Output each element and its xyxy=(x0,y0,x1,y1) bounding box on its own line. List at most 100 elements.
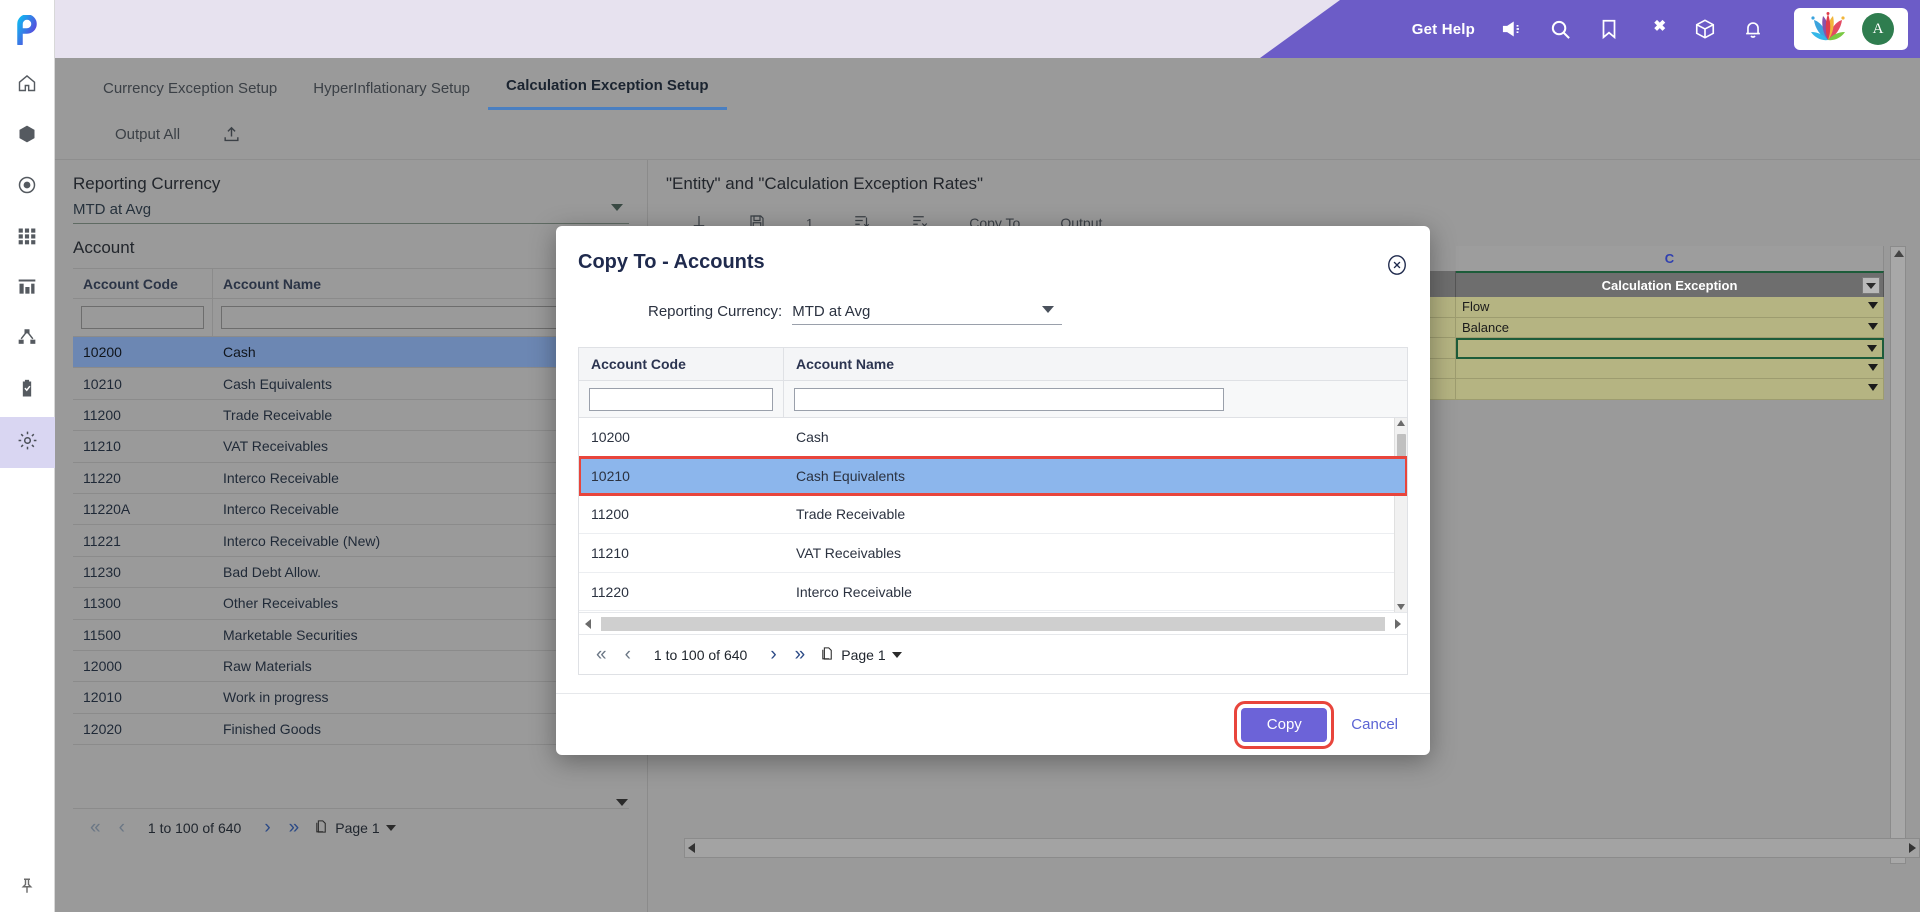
spreadsheet-cell-calculation-exception[interactable]: Flow xyxy=(1456,297,1884,318)
chevron-down-icon[interactable] xyxy=(1867,345,1877,352)
table-row[interactable]: 11200 Trade Receivable xyxy=(73,400,629,432)
sidebar-item-cube[interactable] xyxy=(0,111,55,162)
dialog-pager-page-selector[interactable]: Page 1 xyxy=(814,645,902,665)
scroll-down-icon[interactable] xyxy=(616,799,628,806)
copy-button[interactable]: Copy xyxy=(1241,707,1328,742)
table-row[interactable]: 10200 Cash xyxy=(73,337,629,369)
pager-first-button[interactable]: « xyxy=(81,818,110,837)
filter-icon[interactable] xyxy=(1862,277,1880,294)
chevron-down-icon[interactable] xyxy=(1868,384,1878,391)
table-row[interactable]: 11221 Interco Receivable (New) xyxy=(73,525,629,557)
sidebar-item-hierarchy[interactable] xyxy=(0,315,55,366)
scroll-left-icon[interactable] xyxy=(688,843,695,853)
list-item[interactable]: 11210 VAT Receivables xyxy=(579,534,1407,573)
dialog-pager-last-button[interactable]: » xyxy=(786,645,815,664)
pager-prev-button[interactable]: ‹ xyxy=(110,818,134,837)
list-item[interactable]: 10210 Cash Equivalents xyxy=(579,455,1407,497)
account-code-cell: 10210 xyxy=(83,375,122,392)
avatar[interactable]: A xyxy=(1862,13,1894,45)
tab-hyperinflationary-setup[interactable]: HyperInflationary Setup xyxy=(295,80,488,110)
spreadsheet-cell-value: Balance xyxy=(1462,319,1509,335)
chevron-down-icon[interactable] xyxy=(1868,322,1878,330)
spreadsheet-vertical-scrollbar[interactable] xyxy=(1890,246,1906,864)
account-code-filter-input[interactable] xyxy=(81,306,204,329)
scroll-up-icon[interactable] xyxy=(1397,420,1405,426)
table-row[interactable]: 12020 Finished Goods xyxy=(73,714,629,746)
box-icon[interactable] xyxy=(1694,18,1716,40)
scroll-right-icon[interactable] xyxy=(1395,618,1401,629)
table-row[interactable]: 12010 Work in progress xyxy=(73,682,629,714)
dialog-pager-first-button[interactable]: « xyxy=(587,645,616,664)
table-row[interactable]: 11210 VAT Receivables xyxy=(73,431,629,463)
megaphone-icon[interactable] xyxy=(1501,18,1523,40)
chevron-down-icon[interactable] xyxy=(385,824,396,831)
dialog-horizontal-scrollbar[interactable] xyxy=(579,612,1407,634)
cancel-button[interactable]: Cancel xyxy=(1345,715,1404,734)
dialog-column-header-account-code[interactable]: Account Code xyxy=(579,348,784,380)
tab-currency-exception-setup[interactable]: Currency Exception Setup xyxy=(85,80,295,110)
chevron-down-icon[interactable] xyxy=(1868,363,1878,371)
get-help-button[interactable]: Get Help xyxy=(1412,21,1475,38)
dialog-pager-next-button[interactable]: › xyxy=(761,645,785,664)
table-row[interactable]: 10210 Cash Equivalents xyxy=(73,368,629,400)
pin-icon[interactable] xyxy=(0,860,55,912)
scroll-left-icon[interactable] xyxy=(585,618,591,629)
table-row[interactable]: 11220 Interco Receivable xyxy=(73,463,629,494)
column-header-account-code[interactable]: Account Code xyxy=(73,268,213,299)
close-icon[interactable] xyxy=(1386,254,1408,276)
table-row[interactable]: 11500 Marketable Securities xyxy=(73,620,629,651)
spreadsheet-cell-calculation-exception[interactable]: Balance xyxy=(1456,317,1884,338)
sidebar-item-home[interactable] xyxy=(0,60,55,111)
column-letter-c[interactable]: C xyxy=(1456,246,1884,271)
sidebar-item-tasks[interactable] xyxy=(0,366,55,417)
scroll-up-icon[interactable] xyxy=(1894,250,1904,257)
spreadsheet-cell-calculation-exception[interactable] xyxy=(1456,338,1884,359)
dialog-account-name-cell: Interco Receivable xyxy=(796,583,912,600)
pager-next-button[interactable]: › xyxy=(255,818,279,837)
spreadsheet-header-calculation-exception: Calculation Exception xyxy=(1456,271,1884,297)
dialog-pager-prev-button[interactable]: ‹ xyxy=(616,645,640,664)
chevron-down-icon[interactable] xyxy=(891,651,902,658)
p-logo-icon[interactable] xyxy=(0,0,54,60)
sidebar-item-chart[interactable] xyxy=(0,264,55,315)
bell-icon[interactable] xyxy=(1742,18,1764,40)
tab-calculation-exception-setup[interactable]: Calculation Exception Setup xyxy=(488,77,727,110)
reporting-currency-select[interactable]: MTD at Avg xyxy=(73,196,629,224)
scroll-right-icon[interactable] xyxy=(1909,843,1916,853)
top-header: Get Help A xyxy=(55,0,1920,58)
sidebar-item-settings[interactable] xyxy=(0,417,55,468)
account-grid-pager: « ‹ 1 to 100 of 640 › » Page 1 xyxy=(73,808,629,846)
list-item[interactable]: 10200 Cash xyxy=(579,418,1407,457)
list-item[interactable]: 11220 Interco Receivable xyxy=(579,572,1407,612)
profile-pill[interactable]: A xyxy=(1794,8,1908,50)
chevron-down-icon xyxy=(1042,306,1055,313)
dialog-currency-select[interactable]: MTD at Avg xyxy=(792,298,1063,325)
pager-last-button[interactable]: » xyxy=(280,818,309,837)
spreadsheet-header-label: Calculation Exception xyxy=(1601,277,1738,293)
output-all-button[interactable]: Output All xyxy=(115,126,180,143)
spreadsheet-cell-calculation-exception[interactable] xyxy=(1456,379,1884,400)
dialog-column-header-account-name[interactable]: Account Name xyxy=(784,348,1407,380)
dialog-account-code-filter-input[interactable] xyxy=(589,387,773,411)
target-icon xyxy=(17,175,37,200)
sidebar-item-target[interactable] xyxy=(0,162,55,213)
table-row[interactable]: 11230 Bad Debt Allow. xyxy=(73,557,629,589)
dialog-pager-page-label: Page 1 xyxy=(841,646,886,663)
spreadsheet-cell-calculation-exception[interactable] xyxy=(1456,358,1884,379)
search-icon[interactable] xyxy=(1549,18,1572,41)
scrollbar-track[interactable] xyxy=(601,616,1385,631)
bookmark-icon[interactable] xyxy=(1598,18,1620,40)
table-row[interactable]: 11220A Interco Receivable xyxy=(73,494,629,526)
pager-page-selector[interactable]: Page 1 xyxy=(308,818,396,838)
dialog-vertical-scrollbar[interactable] xyxy=(1394,418,1407,612)
list-item[interactable]: 11200 Trade Receivable xyxy=(579,495,1407,535)
dialog-account-name-filter-input[interactable] xyxy=(794,387,1224,411)
spreadsheet-horizontal-scrollbar[interactable] xyxy=(684,838,1920,858)
sidebar-item-grid[interactable] xyxy=(0,213,55,264)
table-row[interactable]: 12000 Raw Materials xyxy=(73,651,629,683)
puzzle-icon[interactable] xyxy=(1646,18,1668,40)
upload-icon[interactable] xyxy=(222,125,241,144)
chevron-down-icon[interactable] xyxy=(1868,302,1878,309)
scroll-down-icon[interactable] xyxy=(1397,604,1405,610)
table-row[interactable]: 11300 Other Receivables xyxy=(73,588,629,620)
